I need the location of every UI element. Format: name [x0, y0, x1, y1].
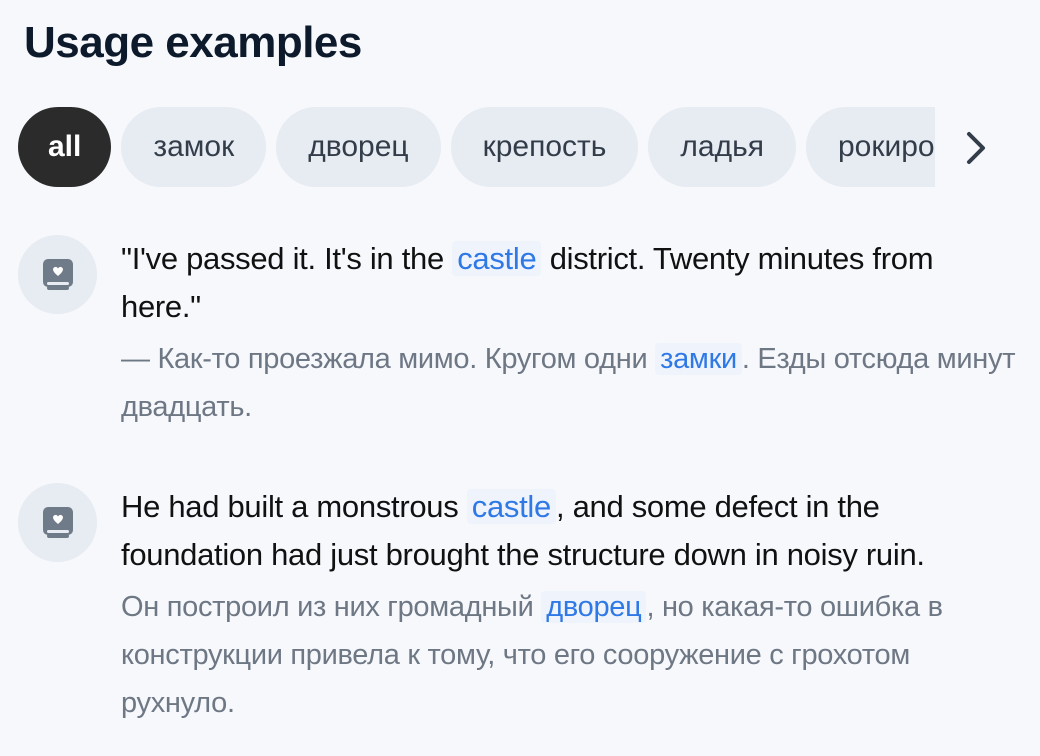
example-translation-text: Он построил из них громадный дворец, но …	[121, 583, 1020, 727]
source-text-before: "I've passed it. It's in the	[121, 241, 453, 276]
book-heart-icon	[18, 483, 97, 562]
example-translation-text: — Как-то проезжала мимо. Кругом одни зам…	[121, 335, 1020, 431]
chip-scroller: all замок дворец крепость ладья рокировк…	[18, 107, 935, 187]
chip-all[interactable]: all	[18, 107, 112, 187]
chip-list: all замок дворец крепость ладья рокировк…	[18, 107, 935, 187]
chip-krepost[interactable]: крепость	[450, 107, 639, 187]
chip-dvorets[interactable]: дворец	[276, 107, 441, 187]
source-highlight-link[interactable]: castle	[466, 489, 556, 524]
example-source-text: He had built a monstrous castle, and som…	[121, 483, 1020, 579]
section-title: Usage examples	[24, 18, 362, 67]
chip-zamok[interactable]: замок	[121, 107, 267, 187]
book-heart-icon	[18, 235, 97, 314]
chevron-right-icon[interactable]	[958, 128, 994, 168]
chip-rokirovka[interactable]: рокировка	[805, 107, 935, 187]
translation-highlight-link[interactable]: замки	[655, 343, 742, 375]
translation-text-before: Он построил из них громадный	[121, 591, 542, 623]
translation-highlight-link[interactable]: дворец	[541, 591, 647, 623]
example-source-text: "I've passed it. It's in the castle dist…	[121, 235, 1020, 331]
source-text-before: He had built a monstrous	[121, 489, 467, 524]
chip-ladya[interactable]: ладья	[648, 107, 796, 187]
source-highlight-link[interactable]: castle	[452, 241, 542, 276]
translation-text-before: — Как-то проезжала мимо. Кругом одни	[121, 343, 656, 375]
